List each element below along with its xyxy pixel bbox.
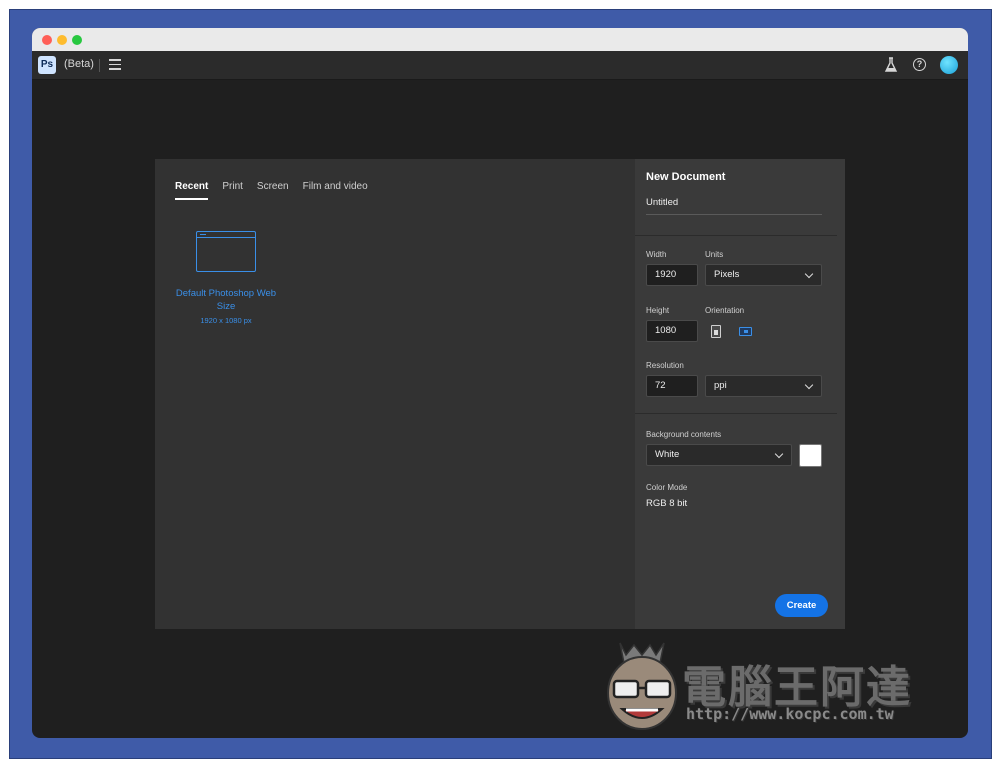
landscape-orientation-icon[interactable] — [739, 327, 752, 336]
width-label: Width — [646, 250, 667, 259]
tab-screen[interactable]: Screen — [257, 181, 289, 200]
close-window-button[interactable] — [42, 35, 52, 45]
background-color-swatch[interactable] — [799, 444, 822, 467]
help-icon[interactable]: ? — [913, 58, 926, 71]
document-thumbnail-icon — [196, 231, 256, 272]
window-titlebar — [32, 28, 968, 51]
photoshop-logo-icon[interactable]: Ps — [38, 56, 56, 74]
mascot-face-icon — [607, 642, 677, 730]
app-window: Ps (Beta) ? Recent Print Screen Film and vi… — [32, 28, 968, 738]
preset-name: Default Photoshop Web Size — [175, 288, 277, 312]
preset-tabs: Recent Print Screen Film and video — [175, 176, 382, 200]
orientation-label: Orientation — [705, 306, 745, 315]
divider — [635, 235, 837, 236]
app-toolbar: Ps (Beta) ? — [32, 51, 968, 80]
beta-label: (Beta) — [64, 58, 94, 70]
create-button[interactable]: Create — [775, 594, 828, 617]
height-input[interactable]: 1080 — [646, 320, 698, 342]
chevron-down-icon — [804, 380, 814, 390]
chevron-down-icon — [804, 269, 814, 279]
watermark: 電腦王阿達 http://www.kocpc.com.tw — [600, 633, 960, 733]
background-contents-value: White — [655, 449, 680, 460]
user-avatar[interactable] — [940, 56, 958, 74]
panel-title: New Document — [646, 171, 726, 183]
background-contents-select[interactable]: White — [646, 444, 792, 466]
units-select[interactable]: Pixels — [705, 264, 822, 286]
tab-film-and-video[interactable]: Film and video — [303, 181, 368, 200]
background-contents-label: Background contents — [646, 430, 722, 439]
resolution-label: Resolution — [646, 361, 684, 370]
resolution-unit-value: ppi — [714, 380, 727, 391]
tab-print[interactable]: Print — [222, 181, 243, 200]
preset-card[interactable]: Default Photoshop Web Size 1920 x 1080 p… — [173, 231, 279, 325]
divider — [635, 413, 837, 414]
color-mode-value[interactable]: RGB 8 bit — [646, 498, 687, 509]
units-label: Units — [705, 250, 724, 259]
preset-size: 1920 x 1080 px — [200, 316, 252, 325]
new-document-panel: New Document Untitled Width Units 1920 P… — [635, 159, 845, 629]
flask-icon[interactable] — [884, 57, 898, 73]
watermark-url: http://www.kocpc.com.tw — [686, 705, 894, 723]
resolution-input[interactable]: 72 — [646, 375, 698, 397]
toolbar-divider — [99, 59, 100, 72]
color-mode-label: Color Mode — [646, 483, 688, 492]
menu-icon[interactable] — [109, 59, 121, 71]
portrait-orientation-icon[interactable] — [711, 325, 721, 338]
resolution-unit-select[interactable]: ppi — [705, 375, 822, 397]
document-name-field[interactable]: Untitled — [646, 197, 822, 215]
units-value: Pixels — [714, 269, 740, 280]
minimize-window-button[interactable] — [57, 35, 67, 45]
tab-recent[interactable]: Recent — [175, 181, 209, 200]
chevron-down-icon — [774, 449, 784, 459]
maximize-window-button[interactable] — [72, 35, 82, 45]
width-input[interactable]: 1920 — [646, 264, 698, 286]
presets-panel: Recent Print Screen Film and video Default … — [155, 159, 635, 629]
height-label: Height — [646, 306, 670, 315]
